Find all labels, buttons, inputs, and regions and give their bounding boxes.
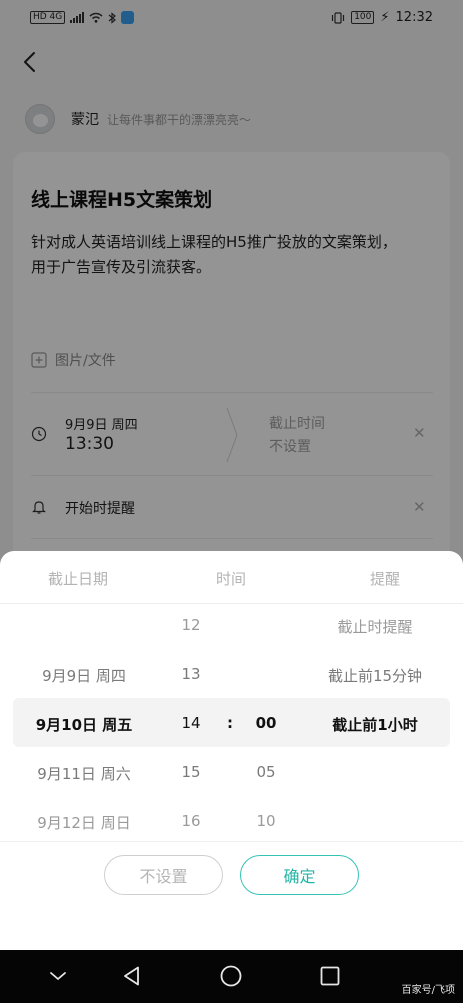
watermark: 百家号/飞项 <box>401 985 455 996</box>
deadline-picker-sheet: 截止日期 时间 提醒 9月9日 周四 9月10日 周五 9月11日 周六 9月1… <box>0 551 463 950</box>
home-nav-icon[interactable] <box>219 964 243 988</box>
divider <box>0 603 463 604</box>
back-nav-icon[interactable] <box>120 964 144 988</box>
header-reminder: 提醒 <box>369 570 400 588</box>
hour-option-selected[interactable]: 14 <box>171 714 211 732</box>
reminder-option[interactable]: 截止前15分钟 <box>305 665 445 686</box>
recents-nav-icon[interactable] <box>318 964 342 988</box>
minute-option-selected[interactable]: 00 <box>246 714 286 732</box>
header-time: 时间 <box>215 570 246 588</box>
time-separator: : <box>227 714 233 732</box>
divider <box>0 841 463 842</box>
reminder-option-selected[interactable]: 截止前1小时 <box>305 714 445 735</box>
system-nav-bar: 百家号/飞项 <box>0 950 463 1003</box>
confirm-button[interactable]: 确定 <box>240 855 359 895</box>
minute-option[interactable]: 10 <box>246 812 286 830</box>
hour-option[interactable]: 12 <box>171 616 211 634</box>
hour-option[interactable]: 13 <box>171 665 211 683</box>
minute-option[interactable]: 05 <box>246 763 286 781</box>
hour-option[interactable]: 15 <box>171 763 211 781</box>
date-option[interactable]: 9月9日 周四 <box>14 665 154 686</box>
no-deadline-button[interactable]: 不设置 <box>104 855 223 895</box>
header-deadline-date: 截止日期 <box>47 570 108 588</box>
date-option[interactable]: 9月11日 周六 <box>14 763 154 784</box>
date-option[interactable]: 9月12日 周日 <box>14 812 154 833</box>
reminder-option[interactable]: 截止时提醒 <box>305 616 445 637</box>
hide-keyboard-icon[interactable] <box>46 964 70 988</box>
hour-option[interactable]: 16 <box>171 812 211 830</box>
date-option-selected[interactable]: 9月10日 周五 <box>14 714 154 735</box>
